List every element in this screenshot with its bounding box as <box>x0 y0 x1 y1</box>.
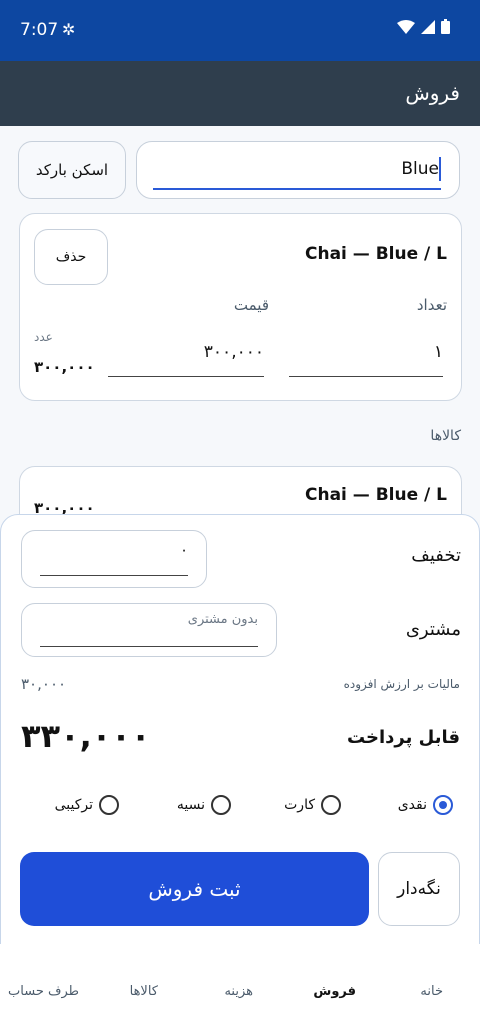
search-input[interactable] <box>153 150 441 190</box>
payment-credit-radio[interactable]: نسیه <box>177 795 231 815</box>
radio-selected-icon <box>433 795 453 815</box>
customer-input[interactable]: بدون مشتری <box>40 612 258 647</box>
scan-row: اسکن بارکد <box>18 141 460 199</box>
payment-cash-radio[interactable]: نقدی <box>398 795 453 815</box>
vat-value: ۳۰,۰۰۰ <box>21 675 67 693</box>
bottom-nav: خانه فروش هزینه کالاها طرف حساب <box>0 944 480 1018</box>
discount-input-box: ۰ <box>21 530 207 588</box>
quantity-label: تعداد <box>416 296 447 314</box>
signal-icon <box>421 19 435 34</box>
nav-expenses[interactable]: هزینه <box>224 984 253 999</box>
nav-home[interactable]: خانه <box>420 984 443 999</box>
payable-amount: ۳۳۰,۰۰۰ <box>21 717 151 755</box>
payable-label: قابل پرداخت <box>346 727 460 748</box>
settings-gear-icon: ✲ <box>62 20 76 39</box>
discount-label: تخفیف <box>411 545 461 566</box>
payment-card-label: کارت <box>284 797 315 813</box>
radio-icon <box>211 795 231 815</box>
unit-label: عدد <box>34 330 53 344</box>
search-box <box>136 141 460 199</box>
nav-products[interactable]: کالاها <box>130 984 158 999</box>
radio-icon <box>321 795 341 815</box>
submit-sale-button[interactable]: ثبت فروش <box>20 852 369 926</box>
cart-item-title: Chai — Blue / L <box>304 244 447 264</box>
wifi-icon <box>397 19 415 34</box>
payment-mixed-radio[interactable]: ترکیبی <box>55 795 119 815</box>
price-label: قیمت <box>233 296 269 314</box>
goods-item-title: Chai — Blue / L <box>304 485 447 505</box>
battery-icon <box>441 19 450 34</box>
status-time: 7:07 <box>20 20 59 40</box>
radio-icon <box>99 795 119 815</box>
customer-label: مشتری <box>405 619 461 640</box>
nav-sales[interactable]: فروش <box>313 984 356 999</box>
checkout-sheet: تخفیف ۰ مشتری بدون مشتری مالیات بر ارزش … <box>0 514 480 946</box>
page-title: فروش <box>405 81 460 105</box>
app-bar: فروش <box>0 61 480 126</box>
scan-barcode-button[interactable]: اسکن بارکد <box>18 141 126 199</box>
line-total: ۳۰۰,۰۰۰ <box>34 358 95 376</box>
goods-section-title: کالاها <box>430 428 461 444</box>
text-caret <box>439 157 441 181</box>
discount-input[interactable]: ۰ <box>40 541 188 576</box>
hold-button[interactable]: نگه‌دار <box>378 852 460 926</box>
payment-cash-label: نقدی <box>397 797 427 813</box>
customer-input-box: بدون مشتری <box>21 603 277 657</box>
vat-label: مالیات بر ارزش افزوده <box>343 677 460 691</box>
payment-card-radio[interactable]: کارت <box>284 795 341 815</box>
payment-mixed-label: ترکیبی <box>54 797 93 813</box>
payment-method-group: نقدی کارت نسیه ترکیبی <box>1 795 479 825</box>
cart-item-card: Chai — Blue / L حذف تعداد قیمت ۱ ۳۰۰,۰۰۰… <box>19 213 462 401</box>
price-field[interactable]: ۳۰۰,۰۰۰ <box>108 342 264 377</box>
payment-credit-label: نسیه <box>176 797 205 813</box>
delete-item-button[interactable]: حذف <box>34 229 108 285</box>
nav-accounts[interactable]: طرف حساب <box>8 984 79 999</box>
status-bar: 7:07 ✲ <box>0 0 480 61</box>
quantity-field[interactable]: ۱ <box>289 342 443 377</box>
